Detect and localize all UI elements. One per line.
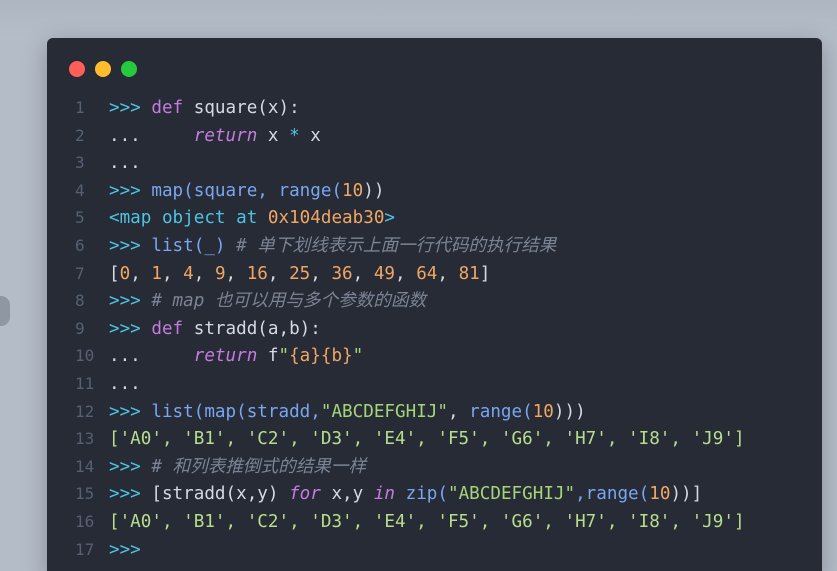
- code-line: 7 [0, 1, 4, 9, 16, 25, 36, 49, 64, 81]: [75, 260, 745, 288]
- code-comment: # map 也可以用与多个参数的函数: [151, 291, 427, 312]
- code-comment: # 和列表推倒式的结果一样: [151, 456, 367, 477]
- code-line: 15 >>> [stradd(x,y) for x,y in zip("ABCDE…: [75, 480, 745, 508]
- minimize-dot-icon[interactable]: [95, 61, 111, 77]
- code-line: 4 >>> map(square, range(10)): [75, 177, 745, 205]
- line-number: 1: [75, 98, 85, 117]
- backdrop: [0, 0, 837, 40]
- line-number: 12: [75, 401, 95, 421]
- line-number: 16: [75, 511, 95, 531]
- code-line: 5 <map object at 0x104deab30>: [75, 204, 745, 232]
- line-number: 8: [75, 291, 85, 311]
- line-number: 17: [75, 539, 95, 559]
- line-number: 6: [75, 235, 85, 255]
- side-scroll-handle: [0, 296, 10, 326]
- code-block: 1 >>> def square(x): 2... return x * x 3.…: [75, 94, 745, 563]
- code-line: 1 >>> def square(x):: [75, 94, 745, 122]
- code-line: 2... return x * x: [75, 122, 745, 150]
- code-line: 14 >>> # 和列表推倒式的结果一样: [75, 453, 745, 481]
- line-number: 2: [75, 125, 85, 145]
- line-number: 3: [75, 153, 85, 173]
- code-line: 13 ['A0', 'B1', 'C2', 'D3', 'E4', 'F5', '…: [75, 425, 745, 453]
- code-line: 11...: [75, 370, 745, 398]
- line-number: 4: [75, 180, 85, 200]
- line-number: 9: [75, 318, 85, 338]
- code-line: 17 >>>: [75, 536, 745, 564]
- code-line: 8 >>> # map 也可以用与多个参数的函数: [75, 287, 745, 315]
- line-number: 5: [75, 208, 85, 228]
- code-line: 16 ['A0', 'B1', 'C2', 'D3', 'E4', 'F5', '…: [75, 508, 745, 536]
- code-line: 3...: [75, 149, 745, 177]
- line-number: 11: [75, 373, 95, 393]
- window-controls: [69, 61, 137, 77]
- line-number: 14: [75, 456, 95, 476]
- line-number: 13: [75, 429, 95, 449]
- close-dot-icon[interactable]: [69, 61, 85, 77]
- line-number: 15: [75, 484, 95, 504]
- maximize-dot-icon[interactable]: [121, 61, 137, 77]
- code-line: 9 >>> def stradd(a,b):: [75, 315, 745, 343]
- code-line: 6 >>> list(_) # 单下划线表示上面一行代码的执行结果: [75, 232, 745, 260]
- code-line: 10... return f"{a}{b}": [75, 342, 745, 370]
- line-number: 10: [75, 346, 95, 366]
- code-comment: # 单下划线表示上面一行代码的执行结果: [236, 235, 557, 256]
- code-window: 1 >>> def square(x): 2... return x * x 3.…: [47, 38, 822, 571]
- line-number: 7: [75, 263, 85, 283]
- code-line: 12 >>> list(map(stradd,"ABCDEFGHIJ", rang…: [75, 398, 745, 426]
